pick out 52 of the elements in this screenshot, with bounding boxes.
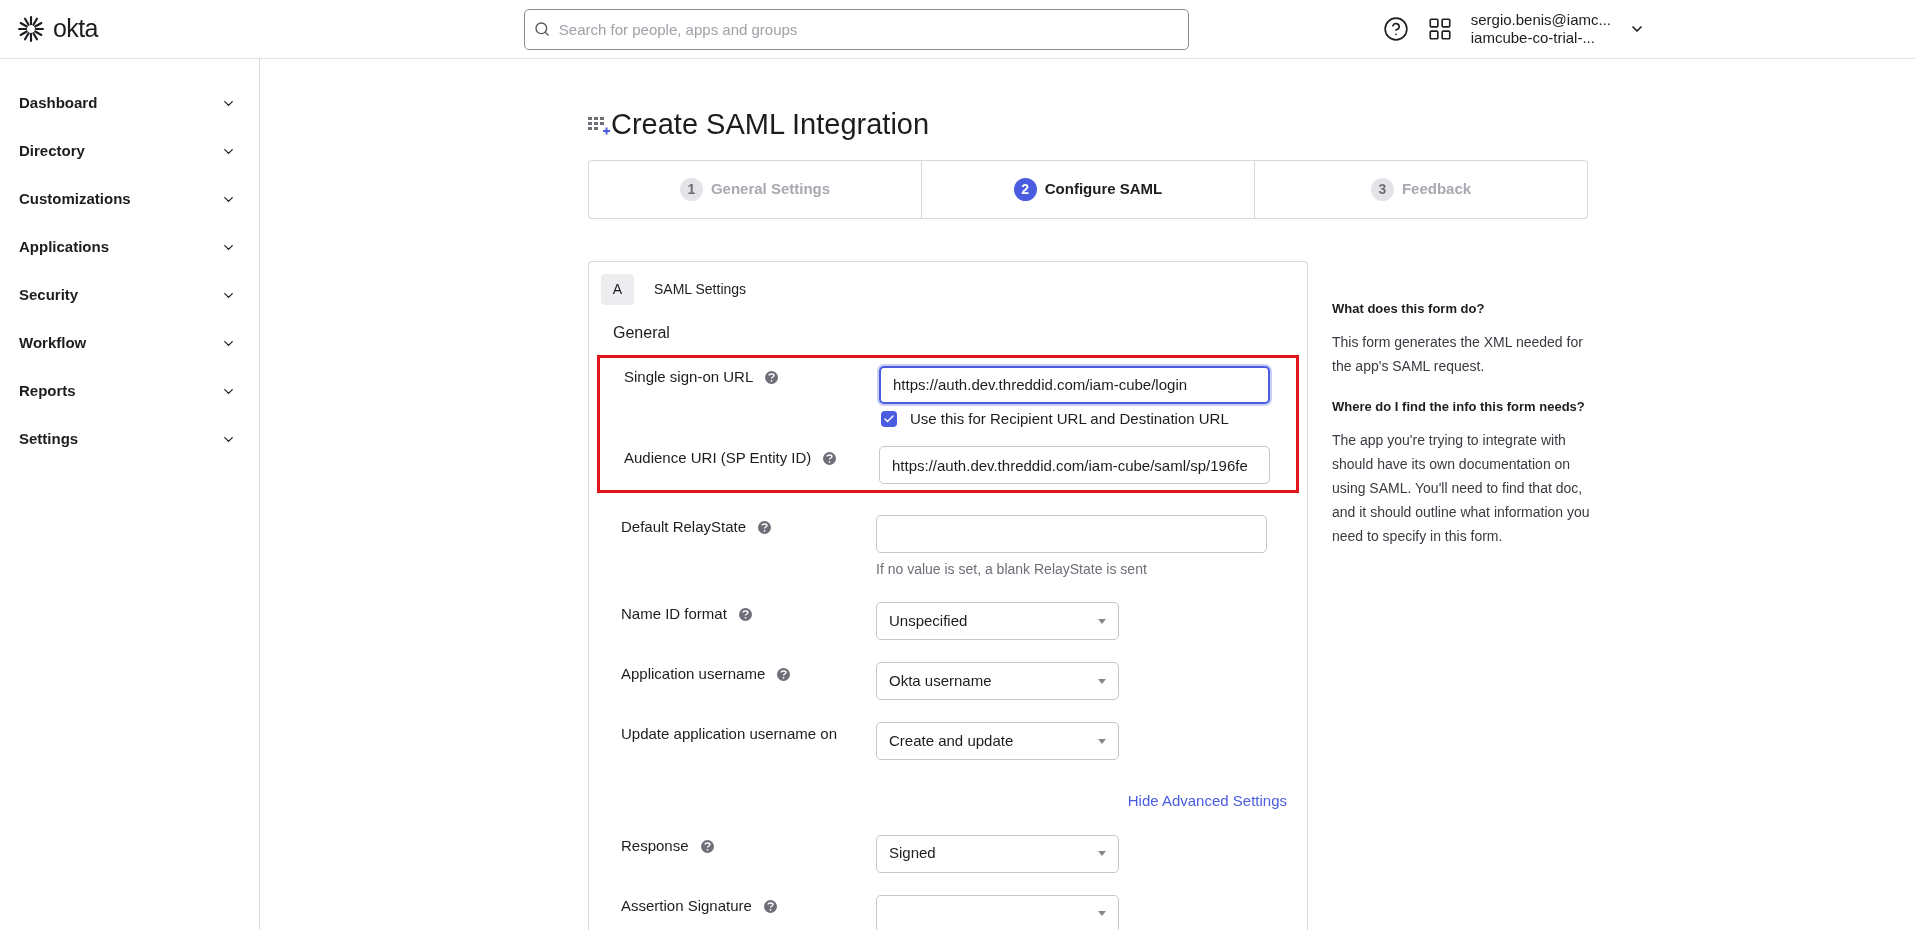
wizard-step[interactable]: 3 Feedback xyxy=(1254,160,1587,218)
card-title: SAML Settings xyxy=(654,279,747,299)
field-hint: If no value is set, a blank RelayState is sent xyxy=(876,560,1148,579)
field-label: Name ID format xyxy=(621,603,727,624)
caret-icon xyxy=(1098,618,1106,624)
sidebar-item[interactable]: Directory xyxy=(0,127,259,175)
text-input-field[interactable]: https://auth.dev.threddid.com/iam-cube/login xyxy=(879,365,1270,404)
help-heading: Where do I find the info this form needs? xyxy=(1332,397,1586,416)
help-heading: What does this form do? xyxy=(1332,299,1486,318)
check-icon xyxy=(883,412,895,425)
caret-icon xyxy=(1098,678,1106,684)
caret-icon xyxy=(1098,911,1106,916)
section-heading: General xyxy=(612,322,671,343)
search-icon xyxy=(533,20,550,37)
text-input-field[interactable] xyxy=(876,515,1267,553)
sidebar-item[interactable]: Dashboard xyxy=(0,79,259,127)
sidebar-item[interactable]: Workflow xyxy=(0,319,259,367)
field-label: Default RelayState xyxy=(621,516,747,537)
search-field[interactable]: Search for people, apps and groups xyxy=(523,8,1189,50)
text-input-field[interactable]: https://auth.dev.threddid.com/iam-cube/saml/sp/196fe xyxy=(879,446,1270,484)
page-title: Create SAML Integration xyxy=(611,107,930,142)
checkbox[interactable] xyxy=(881,410,897,427)
help-icon[interactable] xyxy=(1382,16,1409,42)
field-label: Update application username on xyxy=(621,723,837,744)
select-dropdown[interactable]: Unspecified xyxy=(876,602,1119,640)
sidebar-item[interactable]: Reports xyxy=(0,367,259,415)
help-text: This form generates the XML needed for the app's SAML request. xyxy=(1332,332,1584,376)
sidebar-item[interactable]: Security xyxy=(0,271,259,319)
sidebar-item[interactable]: Settings xyxy=(0,415,259,463)
help-text: The app you're trying to integrate with should have its own documentation on using SAML. You'll need to find that doc, and it should outline what information you need to specify in this form. xyxy=(1332,430,1591,546)
field-label: Application username xyxy=(621,663,766,684)
apps-grid-icon[interactable] xyxy=(1426,16,1453,42)
field-label: Single sign-on URL xyxy=(624,367,754,388)
user-email[interactable]: sergio.benis@iamc... xyxy=(1470,11,1611,29)
checkbox-label: Use this for Recipient URL and Destination URL xyxy=(910,408,1229,429)
select-dropdown[interactable]: Signed xyxy=(876,834,1119,873)
section-letter-badge: A xyxy=(601,273,634,305)
sunburst-logo-icon xyxy=(18,16,44,42)
field-label: Assertion Signature xyxy=(621,896,752,917)
sidebar-item[interactable]: Applications xyxy=(0,223,259,271)
wizard-step[interactable]: 2 Configure SAML xyxy=(921,160,1254,218)
field-label: Audience URI (SP Entity ID) xyxy=(624,447,812,468)
org-name[interactable]: iamcube-co-trial-... xyxy=(1470,29,1611,47)
hide-advanced-settings-link[interactable]: Hide Advanced Settings xyxy=(1127,790,1287,813)
select-dropdown[interactable]: Okta username xyxy=(876,662,1119,700)
okta-wordmark[interactable]: okta xyxy=(53,10,98,48)
select-dropdown[interactable]: Create and update xyxy=(876,722,1119,760)
caret-icon xyxy=(1098,738,1106,744)
field-label: Response xyxy=(621,836,689,857)
sidebar-item[interactable]: Customizations xyxy=(0,175,259,223)
caret-icon xyxy=(1098,851,1106,856)
wizard-step[interactable]: 1 General Settings xyxy=(589,160,921,218)
